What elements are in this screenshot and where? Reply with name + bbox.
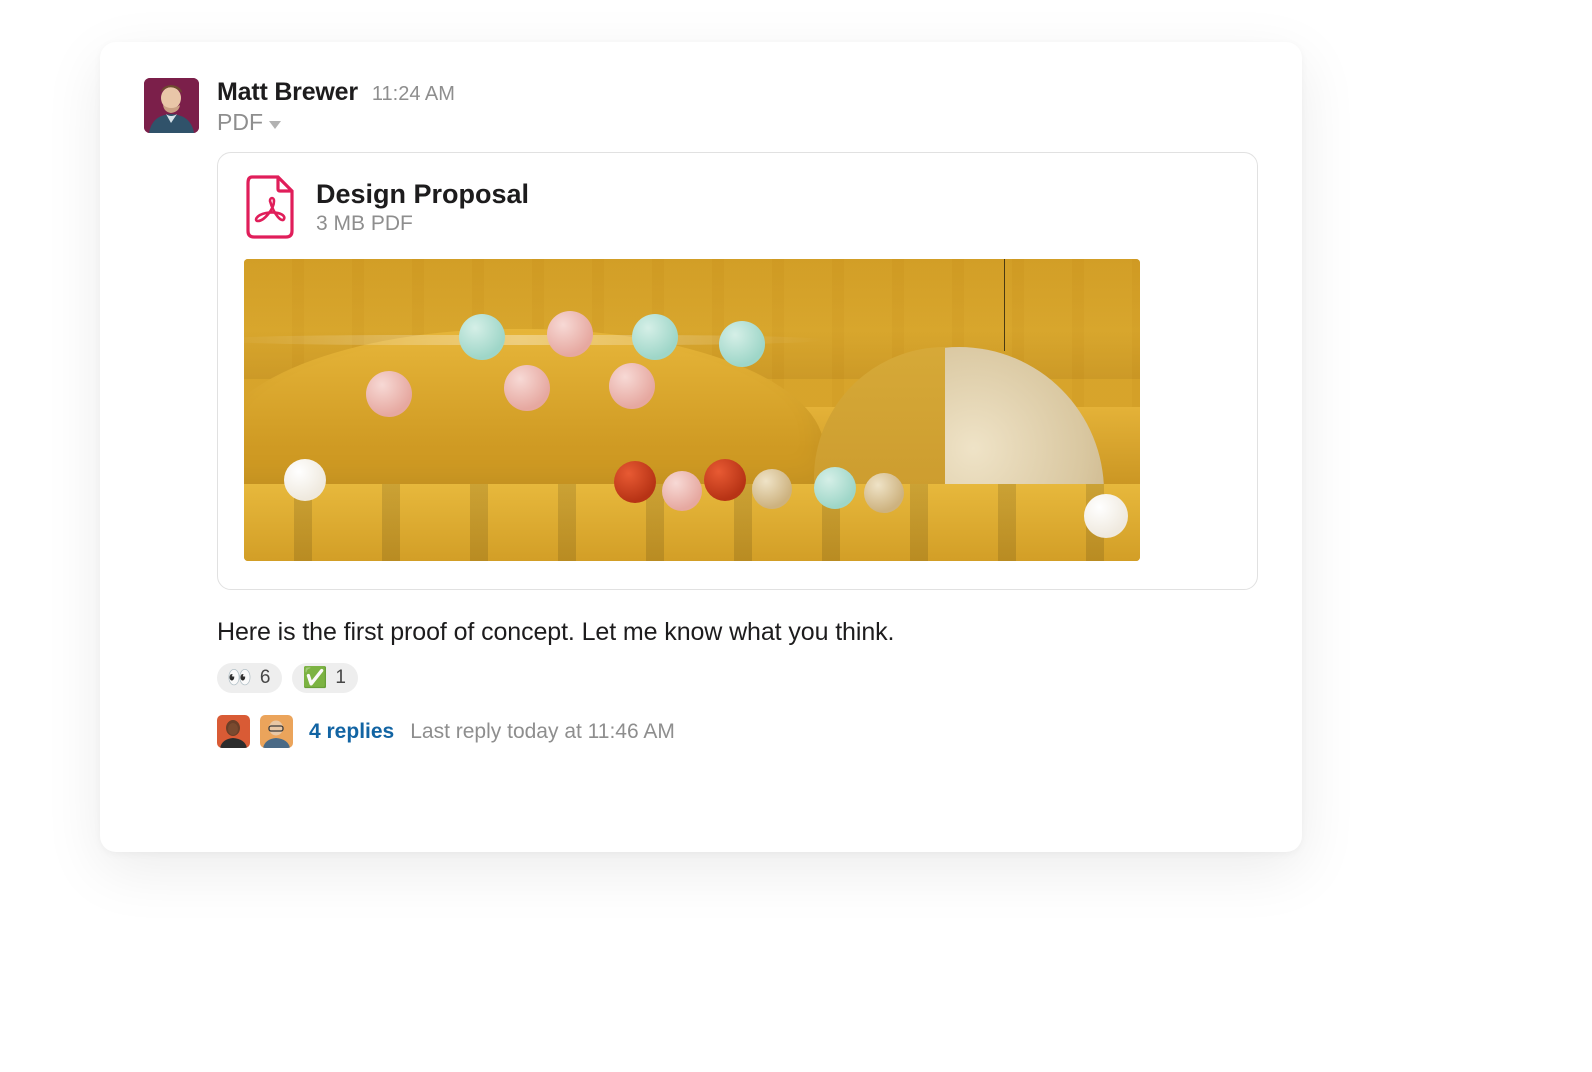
- reaction-count: 1: [335, 667, 346, 689]
- reply-avatar: [260, 715, 293, 748]
- last-reply-label: Last reply today at 11:46 AM: [410, 720, 675, 744]
- attachment-meta: Design Proposal 3 MB PDF: [316, 179, 529, 236]
- attachment-preview-image: [244, 259, 1140, 561]
- reaction-count: 6: [260, 667, 271, 689]
- check-emoji-icon: ✅: [302, 668, 327, 688]
- replies-link[interactable]: 4 replies: [309, 720, 394, 744]
- author-avatar[interactable]: [144, 78, 199, 133]
- reply-avatar: [217, 715, 250, 748]
- message: Matt Brewer 11:24 AM PDF Design Proposal: [144, 78, 1258, 748]
- attachment-type-label: PDF: [217, 109, 263, 136]
- thread-summary[interactable]: 4 replies Last reply today at 11:46 AM: [217, 715, 1258, 748]
- attachment-subtitle: 3 MB PDF: [316, 212, 529, 236]
- message-header: Matt Brewer 11:24 AM: [217, 78, 1258, 107]
- message-text: Here is the first proof of concept. Let …: [217, 618, 1258, 647]
- reaction-eyes[interactable]: 👀 6: [217, 663, 282, 693]
- attachment-header: Design Proposal 3 MB PDF: [244, 175, 1231, 239]
- attachment-type-toggle[interactable]: PDF: [217, 109, 1258, 136]
- file-attachment[interactable]: Design Proposal 3 MB PDF: [217, 152, 1258, 590]
- avatar-illustration: [144, 78, 199, 133]
- pdf-file-icon: [244, 175, 296, 239]
- attachment-title: Design Proposal: [316, 179, 529, 210]
- reaction-bar: 👀 6 ✅ 1: [217, 663, 1258, 693]
- message-timestamp[interactable]: 11:24 AM: [372, 83, 455, 106]
- reaction-check[interactable]: ✅ 1: [292, 663, 357, 693]
- message-body: Matt Brewer 11:24 AM PDF Design Proposal: [217, 78, 1258, 748]
- eyes-emoji-icon: 👀: [227, 668, 252, 688]
- author-name[interactable]: Matt Brewer: [217, 78, 358, 107]
- chevron-down-icon: [269, 121, 281, 129]
- message-card: Matt Brewer 11:24 AM PDF Design Proposal: [100, 42, 1302, 852]
